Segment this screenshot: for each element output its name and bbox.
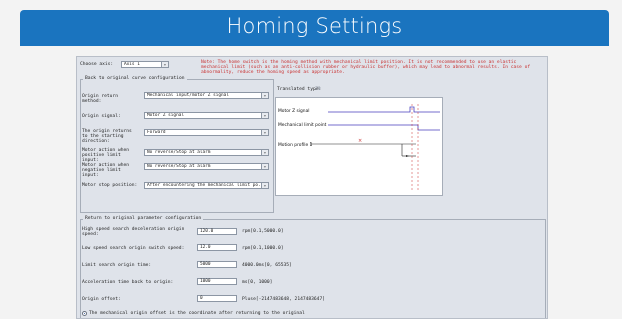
axis-select[interactable]: Axis 1 ▾ [121, 61, 169, 68]
origin-signal-value: Motor Z signal [147, 113, 185, 118]
homing-note: Note: The home switch is the homing meth… [201, 60, 531, 75]
high-speed-unit: rpm[0.1,5000.0] [242, 229, 284, 234]
motor-stop-value: After encountering the mechanical limit … [147, 183, 266, 188]
motor-stop-select[interactable]: After encountering the mechanical limit … [144, 182, 269, 189]
start-direction-label: The origin returns to the starting direc… [82, 129, 132, 144]
homing-waveforms: × [310, 104, 440, 192]
positive-limit-value: No reverse/Stop at alarm [147, 150, 211, 155]
limit-search-time-input[interactable]: 5000 [197, 261, 237, 268]
origin-offset-label: Origin offset: [82, 297, 121, 302]
negative-limit-select[interactable]: No reverse/Stop at alarm ▾ [144, 163, 269, 170]
accel-time-label: Acceleration time back to origin: [82, 280, 174, 285]
limit-search-time-unit: 4000.0ms[0, 65535] [242, 263, 292, 268]
z-signal-trace [328, 106, 440, 113]
negative-limit-label: Motor action when negative limit input: [82, 163, 130, 178]
param-group-legend: Return to original parameter configurati… [83, 216, 204, 221]
low-speed-label: Low speed search origin switch speed: [82, 246, 185, 251]
origin-return-method-value: Mechanical input/motor Z signal [147, 93, 229, 98]
chevron-down-icon: ▾ [161, 62, 168, 67]
high-speed-input[interactable]: 120.0 [197, 228, 237, 235]
origin-offset-unit: Pluse[-2147483648, 2147483647] [242, 297, 325, 302]
limit-point-trace [328, 124, 440, 131]
origin-offset-input[interactable]: 0 [197, 295, 237, 302]
start-marker-icon: × [358, 138, 362, 144]
axis-select-value: Axis 1 [124, 62, 140, 67]
translated-type-value: Z9 [315, 87, 321, 92]
motion-arrow-icon [406, 155, 409, 157]
homing-diagram: Motor Z signal Mechanical limit point Mo… [275, 97, 443, 196]
banner-title: Homing Settings [226, 14, 403, 38]
motor-stop-label: Motor stop position: [82, 183, 138, 188]
offset-mode-radio[interactable] [82, 311, 87, 316]
origin-return-method-select[interactable]: Mechanical input/motor Z signal ▾ [144, 92, 269, 99]
start-direction-select[interactable]: Forward ▾ [144, 129, 269, 136]
limit-search-time-label: Limit search origin time: [82, 263, 152, 268]
config-group-legend: Back to original curve configuration [83, 76, 187, 81]
chevron-down-icon: ▾ [261, 130, 268, 135]
origin-signal-select[interactable]: Motor Z signal ▾ [144, 112, 269, 119]
origin-return-method-label: Origin return method: [82, 94, 118, 104]
low-speed-input[interactable]: 12.0 [197, 244, 237, 251]
positive-limit-label: Motor action when positive limit input: [82, 148, 130, 163]
homing-settings-window: Choose axis: Axis 1 ▾ Note: The home swi… [76, 56, 548, 319]
chevron-down-icon: ▾ [261, 150, 268, 155]
chevron-down-icon: ▾ [261, 93, 268, 98]
accel-time-unit: ms[0, 1000] [242, 280, 273, 285]
low-speed-unit: rpm[0.1,1000.0] [242, 246, 284, 251]
axis-label: Choose axis: [80, 62, 114, 67]
chevron-down-icon: ▾ [261, 113, 268, 118]
high-speed-label: High speed search deceleration origin sp… [82, 227, 185, 237]
accel-time-input[interactable]: 1000 [197, 278, 237, 285]
chevron-down-icon: ▾ [261, 183, 268, 188]
offset-mode-label: The mechanical origin offset is the coor… [89, 311, 305, 316]
chevron-down-icon: ▾ [261, 164, 268, 169]
homing-settings-banner: Homing Settings [20, 10, 609, 46]
start-direction-value: Forward [147, 130, 166, 135]
positive-limit-select[interactable]: No reverse/Stop at alarm ▾ [144, 149, 269, 156]
negative-limit-value: No reverse/Stop at alarm [147, 164, 211, 169]
origin-signal-label: Origin signal: [82, 114, 121, 119]
